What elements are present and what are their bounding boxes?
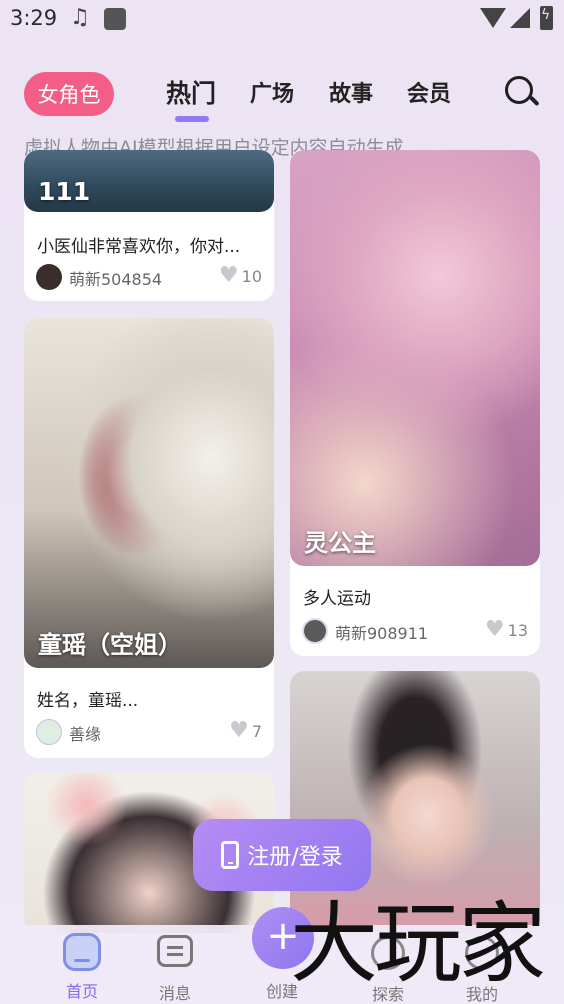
active-tab-indicator bbox=[175, 116, 209, 122]
character-description: 姓名，童瑶... bbox=[37, 691, 139, 711]
tab-square[interactable]: 广场 bbox=[250, 76, 294, 108]
status-time: 3:29 bbox=[10, 6, 58, 30]
home-icon bbox=[63, 933, 101, 971]
character-title: 111 bbox=[38, 177, 91, 206]
character-card-3[interactable]: 灵公主 多人运动 萌新908911 ♥ 13 bbox=[290, 150, 540, 656]
wifi-icon bbox=[480, 8, 506, 28]
heart-icon: ♥ bbox=[484, 617, 505, 642]
register-login-button[interactable]: 注册/登录 bbox=[193, 819, 371, 891]
battery-icon bbox=[540, 6, 553, 30]
card-meta: 萌新908911 ♥ 13 bbox=[302, 618, 528, 644]
category-chip-female-role[interactable]: 女角色 bbox=[24, 72, 114, 116]
avatar[interactable] bbox=[36, 719, 62, 745]
phone-icon bbox=[221, 841, 240, 869]
like-count[interactable]: ♥ 7 bbox=[229, 720, 262, 742]
character-card-1[interactable]: 111 小医仙非常喜欢你，你对... 萌新504854 ♥ 10 bbox=[24, 150, 274, 301]
author-name[interactable]: 萌新908911 bbox=[335, 620, 428, 644]
author-name[interactable]: 善缘 bbox=[69, 721, 101, 745]
heart-icon: ♥ bbox=[229, 718, 249, 743]
character-card-2[interactable]: 童瑶（空姐） 姓名，童瑶... 善缘 ♥ 7 bbox=[24, 318, 274, 758]
character-description: 多人运动 bbox=[303, 589, 371, 609]
likes-value: 13 bbox=[507, 620, 528, 640]
avatar[interactable] bbox=[302, 618, 328, 644]
watermark: 大玩家 bbox=[290, 892, 546, 995]
nav-home[interactable]: 首页 bbox=[42, 933, 122, 1002]
message-icon bbox=[157, 935, 193, 967]
heart-icon: ♥ bbox=[218, 263, 239, 288]
nav-messages-label: 消息 bbox=[158, 984, 191, 1003]
character-image: 童瑶（空姐） bbox=[24, 318, 274, 668]
nav-home-label: 首页 bbox=[65, 982, 98, 1001]
nav-messages[interactable]: 消息 bbox=[135, 933, 215, 1004]
character-description: 小医仙非常喜欢你，你对... bbox=[37, 237, 241, 257]
likes-value: 10 bbox=[241, 266, 262, 286]
character-title: 灵公主 bbox=[304, 529, 376, 557]
login-label: 注册/登录 bbox=[247, 845, 343, 870]
music-note-icon: ♫ bbox=[70, 5, 90, 30]
signal-icon bbox=[510, 8, 530, 28]
author-name[interactable]: 萌新504854 bbox=[69, 266, 162, 290]
tab-hot[interactable]: 热门 bbox=[166, 74, 216, 110]
character-title: 童瑶（空姐） bbox=[38, 631, 182, 659]
top-nav: 女角色 热门 广场 故事 会员 bbox=[0, 70, 564, 122]
card-meta: 萌新504854 ♥ 10 bbox=[36, 264, 262, 290]
like-count[interactable]: ♥ 13 bbox=[485, 619, 528, 641]
search-icon[interactable] bbox=[505, 76, 540, 110]
card-meta: 善缘 ♥ 7 bbox=[36, 719, 262, 745]
avatar[interactable] bbox=[36, 264, 62, 290]
tab-stories[interactable]: 故事 bbox=[329, 76, 373, 108]
character-image: 111 bbox=[24, 150, 274, 212]
status-bar: 3:29 ♫ bbox=[0, 0, 564, 40]
app-square-icon bbox=[104, 8, 126, 30]
tab-membership[interactable]: 会员 bbox=[407, 76, 451, 108]
character-image: 灵公主 bbox=[290, 150, 540, 566]
likes-value: 7 bbox=[251, 721, 262, 741]
like-count[interactable]: ♥ 10 bbox=[219, 265, 262, 287]
